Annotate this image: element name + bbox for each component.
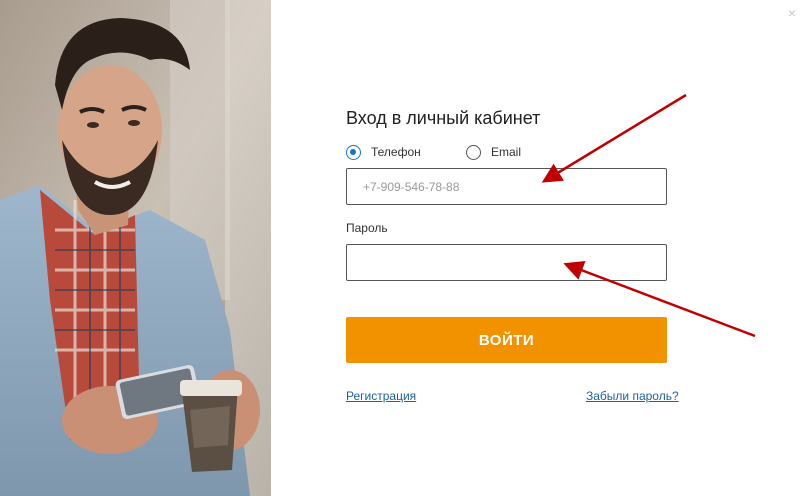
radio-email-label: Email (491, 145, 522, 159)
radio-checked-icon (346, 144, 361, 160)
login-button[interactable]: ВОЙТИ (346, 317, 667, 363)
radio-unchecked-icon (466, 144, 481, 160)
radio-phone[interactable]: Телефон (346, 143, 421, 161)
register-link[interactable]: Регистрация (346, 389, 416, 403)
password-input[interactable] (346, 244, 667, 281)
radio-phone-label: Телефон (371, 145, 421, 159)
password-label: Пароль (346, 221, 388, 235)
forgot-password-link[interactable]: Забыли пароль? (586, 389, 679, 403)
dialog-title: Вход в личный кабинет (346, 108, 541, 128)
phone-input[interactable] (346, 168, 667, 205)
radio-email[interactable]: Email (466, 143, 521, 161)
promo-photo (0, 0, 271, 496)
close-icon[interactable]: × (785, 6, 799, 20)
